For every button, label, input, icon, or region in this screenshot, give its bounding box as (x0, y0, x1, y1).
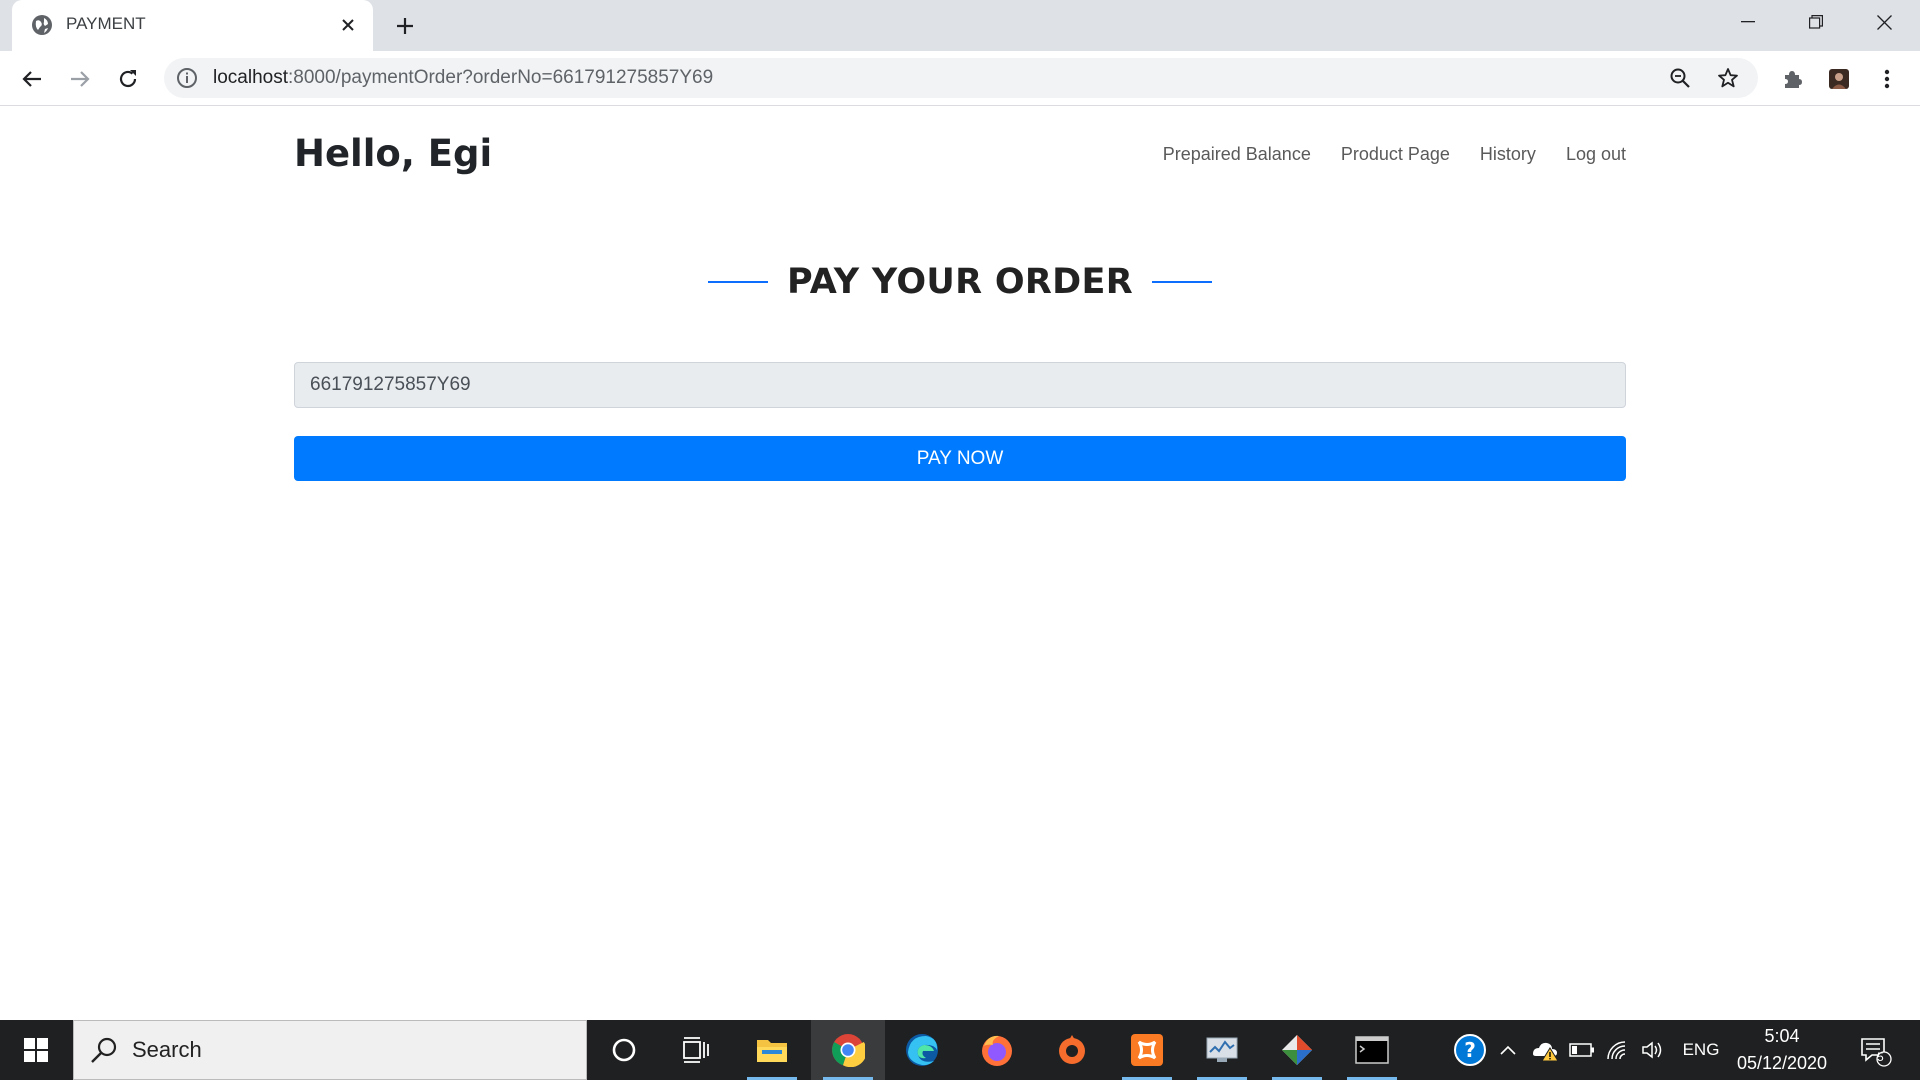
clock-date: 05/12/2020 (1736, 1053, 1828, 1073)
nav-log-out[interactable]: Log out (1566, 144, 1626, 165)
url-host: localhost (213, 67, 288, 88)
minimize-icon[interactable] (1714, 0, 1782, 44)
top-nav: Prepaired Balance Product Page History L… (1163, 144, 1626, 165)
title-rule-left (708, 281, 769, 283)
zoom-icon[interactable] (1666, 64, 1694, 92)
input-language[interactable]: ENG (1676, 1020, 1726, 1080)
wifi-icon[interactable] (1602, 1020, 1634, 1080)
extensions-puzzle-icon[interactable] (1776, 63, 1808, 95)
onedrive-warning-icon[interactable] (1528, 1020, 1562, 1080)
page-title: PAY YOUR ORDER (787, 262, 1133, 302)
taskbar-clock[interactable]: 5:04 05/12/2020 (1732, 1020, 1832, 1080)
browser-tab[interactable]: PAYMENT (12, 0, 373, 51)
volume-icon[interactable] (1636, 1020, 1670, 1080)
clock-time: 5:04 (1764, 1026, 1800, 1046)
task-view-icon[interactable] (659, 1020, 733, 1080)
git-gui-icon[interactable] (1260, 1020, 1334, 1080)
site-info-icon[interactable] (176, 67, 198, 89)
pay-now-button[interactable]: PAY NOW (294, 436, 1626, 481)
nav-history[interactable]: History (1480, 144, 1536, 165)
address-bar[interactable]: localhost:8000/paymentOrder?orderNo=6617… (164, 58, 1758, 98)
browser-toolbar: localhost:8000/paymentOrder?orderNo=6617… (0, 51, 1920, 106)
action-center-icon[interactable]: 5 (1850, 1020, 1900, 1080)
chrome-taskbar-icon[interactable] (811, 1020, 885, 1080)
command-prompt-icon[interactable] (1335, 1020, 1409, 1080)
taskbar-search-box[interactable]: Search (73, 1020, 587, 1080)
tab-title: PAYMENT (66, 14, 146, 33)
windows-start-icon[interactable] (0, 1020, 72, 1080)
nav-prepaired-balance[interactable]: Prepaired Balance (1163, 144, 1311, 165)
origin-icon[interactable] (1035, 1020, 1109, 1080)
windows-taskbar: Search ? ENG 5:04 05/12/2020 5 (0, 1020, 1920, 1080)
file-explorer-icon[interactable] (735, 1020, 809, 1080)
help-icon[interactable]: ? (1448, 1020, 1492, 1080)
tab-close-icon[interactable] (334, 11, 362, 39)
order-number-field[interactable] (294, 362, 1626, 408)
greeting-heading: Hello, Egi (294, 132, 493, 175)
chrome-menu-icon[interactable] (1871, 63, 1903, 95)
section-title: PAY YOUR ORDER (0, 262, 1920, 302)
url-text[interactable]: localhost:8000/paymentOrder?orderNo=6617… (213, 67, 713, 89)
globe-icon (32, 15, 52, 35)
nav-product-page[interactable]: Product Page (1341, 144, 1450, 165)
bookmark-star-icon[interactable] (1714, 64, 1742, 92)
cortana-icon[interactable] (587, 1020, 661, 1080)
battery-icon[interactable] (1566, 1020, 1598, 1080)
performance-monitor-icon[interactable] (1185, 1020, 1259, 1080)
browser-tab-strip: PAYMENT (0, 0, 1920, 51)
page-content: Hello, Egi Prepaired Balance Product Pag… (0, 106, 1920, 1020)
close-window-icon[interactable] (1850, 0, 1918, 44)
chevron-up-icon[interactable] (1496, 1020, 1520, 1080)
reload-icon[interactable] (112, 63, 144, 95)
restore-icon[interactable] (1782, 0, 1850, 44)
search-icon (91, 1037, 117, 1063)
search-placeholder: Search (132, 1037, 202, 1062)
forward-arrow-icon[interactable] (64, 63, 96, 95)
url-path: :8000/paymentOrder?orderNo=661791275857Y… (288, 67, 714, 88)
xampp-icon[interactable] (1110, 1020, 1184, 1080)
new-tab-icon[interactable] (390, 11, 420, 41)
svg-text:?: ? (1464, 1038, 1476, 1062)
back-arrow-icon[interactable] (16, 63, 48, 95)
firefox-icon[interactable] (960, 1020, 1034, 1080)
edge-icon[interactable] (885, 1020, 959, 1080)
notification-count: 5 (1877, 1050, 1884, 1064)
title-rule-right (1151, 281, 1212, 283)
profile-avatar-icon[interactable] (1823, 63, 1855, 95)
